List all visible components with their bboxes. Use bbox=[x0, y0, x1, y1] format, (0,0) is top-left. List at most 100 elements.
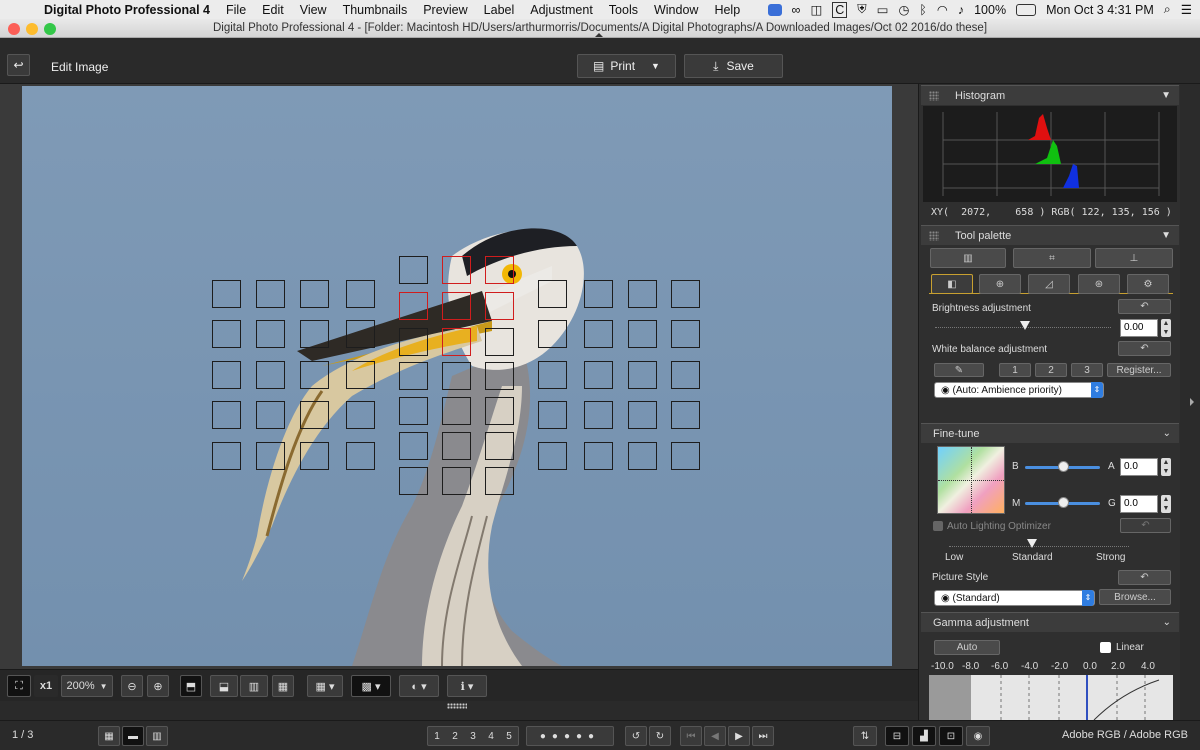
volume-icon[interactable]: ♪ bbox=[958, 3, 964, 17]
last-image-button[interactable]: ⏭ bbox=[752, 726, 774, 746]
alo-checkbox[interactable] bbox=[933, 521, 943, 531]
collapse-toolbar-arrow[interactable] bbox=[595, 33, 603, 37]
brightness-slider-knob[interactable] bbox=[1020, 321, 1030, 330]
split-view-button[interactable]: ▥ bbox=[146, 726, 168, 746]
close-window-button[interactable] bbox=[8, 23, 20, 35]
spotlight-icon[interactable]: ⌕ bbox=[1164, 2, 1171, 17]
tool-mode-crop-button[interactable]: ⌗ bbox=[1013, 248, 1091, 268]
zoom-window-button[interactable] bbox=[44, 23, 56, 35]
alo-reset-button[interactable]: ↶ bbox=[1120, 518, 1171, 533]
tool-mode-basic-button[interactable]: ▥ bbox=[930, 248, 1006, 268]
fine-tune-g-field[interactable]: 0.0 bbox=[1120, 495, 1158, 513]
collapse-arrow-icon[interactable]: ▼ bbox=[1161, 226, 1171, 246]
picture-style-select[interactable]: ◉ (Standard) ⇕ bbox=[934, 590, 1095, 606]
alo-slider-knob[interactable] bbox=[1027, 539, 1037, 548]
mg-slider-knob[interactable] bbox=[1058, 497, 1069, 508]
rotate-left-button[interactable]: ↺ bbox=[625, 726, 647, 746]
menu-edit[interactable]: Edit bbox=[262, 3, 284, 17]
panel-expand-arrow[interactable] bbox=[1190, 398, 1194, 406]
fine-tune-a-field[interactable]: 0.0 bbox=[1120, 458, 1158, 476]
tab-tone-curve[interactable]: ◿ bbox=[1028, 274, 1070, 294]
color-grid-picker[interactable] bbox=[937, 446, 1006, 515]
collapse-arrow-icon[interactable]: ▼ bbox=[1161, 86, 1171, 106]
tab-basic-adjust[interactable]: ◧ bbox=[931, 274, 973, 294]
shield-icon[interactable]: ⛨ bbox=[857, 2, 866, 17]
grip-icon[interactable] bbox=[929, 91, 939, 101]
compare-horizontal-button[interactable]: ⬓ bbox=[210, 675, 238, 697]
brightness-stepper[interactable]: ▲ ▼ bbox=[1161, 319, 1171, 337]
tab-color-adjust[interactable]: ⊛ bbox=[1078, 274, 1120, 294]
rating-3[interactable]: 3 bbox=[470, 731, 476, 742]
sort-button[interactable]: ⇅ bbox=[853, 726, 877, 746]
zoom-level-select[interactable]: 200% ▼ bbox=[61, 675, 113, 697]
tab-rgb-adjust[interactable]: ⊕ bbox=[979, 274, 1021, 294]
rating-2[interactable]: 2 bbox=[452, 731, 458, 742]
white-balance-reset-button[interactable]: ↶ bbox=[1118, 341, 1171, 356]
image-viewer[interactable] bbox=[0, 84, 918, 669]
tab-settings[interactable]: ⚙ bbox=[1127, 274, 1169, 294]
a-stepper[interactable]: ▲ ▼ bbox=[1161, 458, 1171, 476]
camera-info-button[interactable]: ◉ bbox=[966, 726, 990, 746]
menu-label[interactable]: Label bbox=[484, 3, 515, 17]
toggle-histogram-button[interactable]: ▟ bbox=[912, 726, 936, 746]
bluetooth-icon[interactable]: ᛒ bbox=[919, 3, 927, 17]
grid-overlay-button[interactable]: ▦ ▾ bbox=[307, 675, 343, 697]
toggle-panel-button[interactable]: ⊟ bbox=[885, 726, 909, 746]
filmstrip-grip-icon[interactable] bbox=[447, 703, 467, 709]
highlight-warning-button[interactable]: ◐ ▾ bbox=[399, 675, 439, 697]
single-view-button[interactable]: ⬒ bbox=[180, 675, 202, 697]
toggle-tool-palette-button[interactable]: ⊡ bbox=[939, 726, 963, 746]
info-button[interactable]: ℹ ▾ bbox=[447, 675, 487, 697]
notifications-icon[interactable]: ☰ bbox=[1181, 2, 1192, 17]
menu-preview[interactable]: Preview bbox=[423, 3, 467, 17]
filmstrip-view-button[interactable]: ▬ bbox=[122, 726, 144, 746]
gamma-header[interactable]: Gamma adjustment ⌄ bbox=[921, 612, 1179, 632]
gamma-graph[interactable] bbox=[929, 675, 1173, 720]
picture-style-reset-button[interactable]: ↶ bbox=[1118, 570, 1171, 585]
alo-slider-track[interactable] bbox=[949, 546, 1129, 547]
rating-1[interactable]: 1 bbox=[434, 731, 440, 742]
menu-window[interactable]: Window bbox=[654, 3, 698, 17]
wb-preset-3[interactable]: 3 bbox=[1071, 363, 1103, 377]
g-stepper[interactable]: ▲ ▼ bbox=[1161, 495, 1171, 513]
wb-preset-2[interactable]: 2 bbox=[1035, 363, 1067, 377]
first-image-button[interactable]: ⏮ bbox=[680, 726, 702, 746]
minimize-window-button[interactable] bbox=[26, 23, 38, 35]
fit-to-screen-button[interactable]: ⛶ bbox=[7, 675, 31, 697]
rotate-right-button[interactable]: ↻ bbox=[649, 726, 671, 746]
wifi-icon[interactable]: ◠ bbox=[937, 2, 948, 17]
fine-tune-header[interactable]: Fine-tune ⌄ bbox=[921, 423, 1179, 443]
white-balance-select[interactable]: ◉ (Auto: Ambience priority) ⇕ bbox=[934, 382, 1104, 398]
zoom-in-button[interactable]: ⊕ bbox=[147, 675, 169, 697]
tool-palette-header[interactable]: Tool palette ▼ bbox=[921, 225, 1179, 245]
ba-slider-knob[interactable] bbox=[1058, 461, 1069, 472]
brightness-reset-button[interactable]: ↶ bbox=[1118, 299, 1171, 314]
save-button[interactable]: ⤓ Save bbox=[684, 54, 783, 78]
menu-adjustment[interactable]: Adjustment bbox=[530, 3, 593, 17]
next-image-button[interactable]: ▶ bbox=[728, 726, 750, 746]
wb-preset-1[interactable]: 1 bbox=[999, 363, 1031, 377]
linear-checkbox[interactable] bbox=[1100, 642, 1111, 653]
print-button[interactable]: ▤ Print ▼ bbox=[577, 54, 676, 78]
label-dots-group[interactable]: ●●●●● bbox=[526, 726, 614, 746]
eyedropper-button[interactable]: ✎ bbox=[934, 363, 984, 377]
grip-icon[interactable] bbox=[929, 231, 939, 241]
photo-great-blue-heron[interactable] bbox=[22, 86, 892, 666]
sync-button[interactable]: ▦ bbox=[272, 675, 294, 697]
menu-tools[interactable]: Tools bbox=[609, 3, 638, 17]
tool-mode-stamp-button[interactable]: ⊥ bbox=[1095, 248, 1173, 268]
dropbox-icon[interactable] bbox=[767, 3, 782, 16]
tray-c-icon[interactable]: C bbox=[832, 1, 848, 18]
timemachine-icon[interactable]: ◷ bbox=[898, 2, 909, 17]
clock[interactable]: Mon Oct 3 4:31 PM bbox=[1046, 3, 1154, 17]
monitor-icon[interactable]: ▭ bbox=[877, 2, 889, 17]
rating-4[interactable]: 4 bbox=[488, 731, 494, 742]
wb-register-button[interactable]: Register... bbox=[1107, 363, 1171, 377]
double-chevron-icon[interactable]: ⌄ bbox=[1163, 613, 1171, 633]
menu-view[interactable]: View bbox=[300, 3, 327, 17]
histogram-header[interactable]: Histogram ▼ bbox=[921, 85, 1179, 105]
browse-button[interactable]: Browse... bbox=[1099, 589, 1171, 605]
zoom-out-button[interactable]: ⊖ bbox=[121, 675, 143, 697]
menu-file[interactable]: File bbox=[226, 3, 246, 17]
compare-vertical-button[interactable]: ▥ bbox=[240, 675, 268, 697]
